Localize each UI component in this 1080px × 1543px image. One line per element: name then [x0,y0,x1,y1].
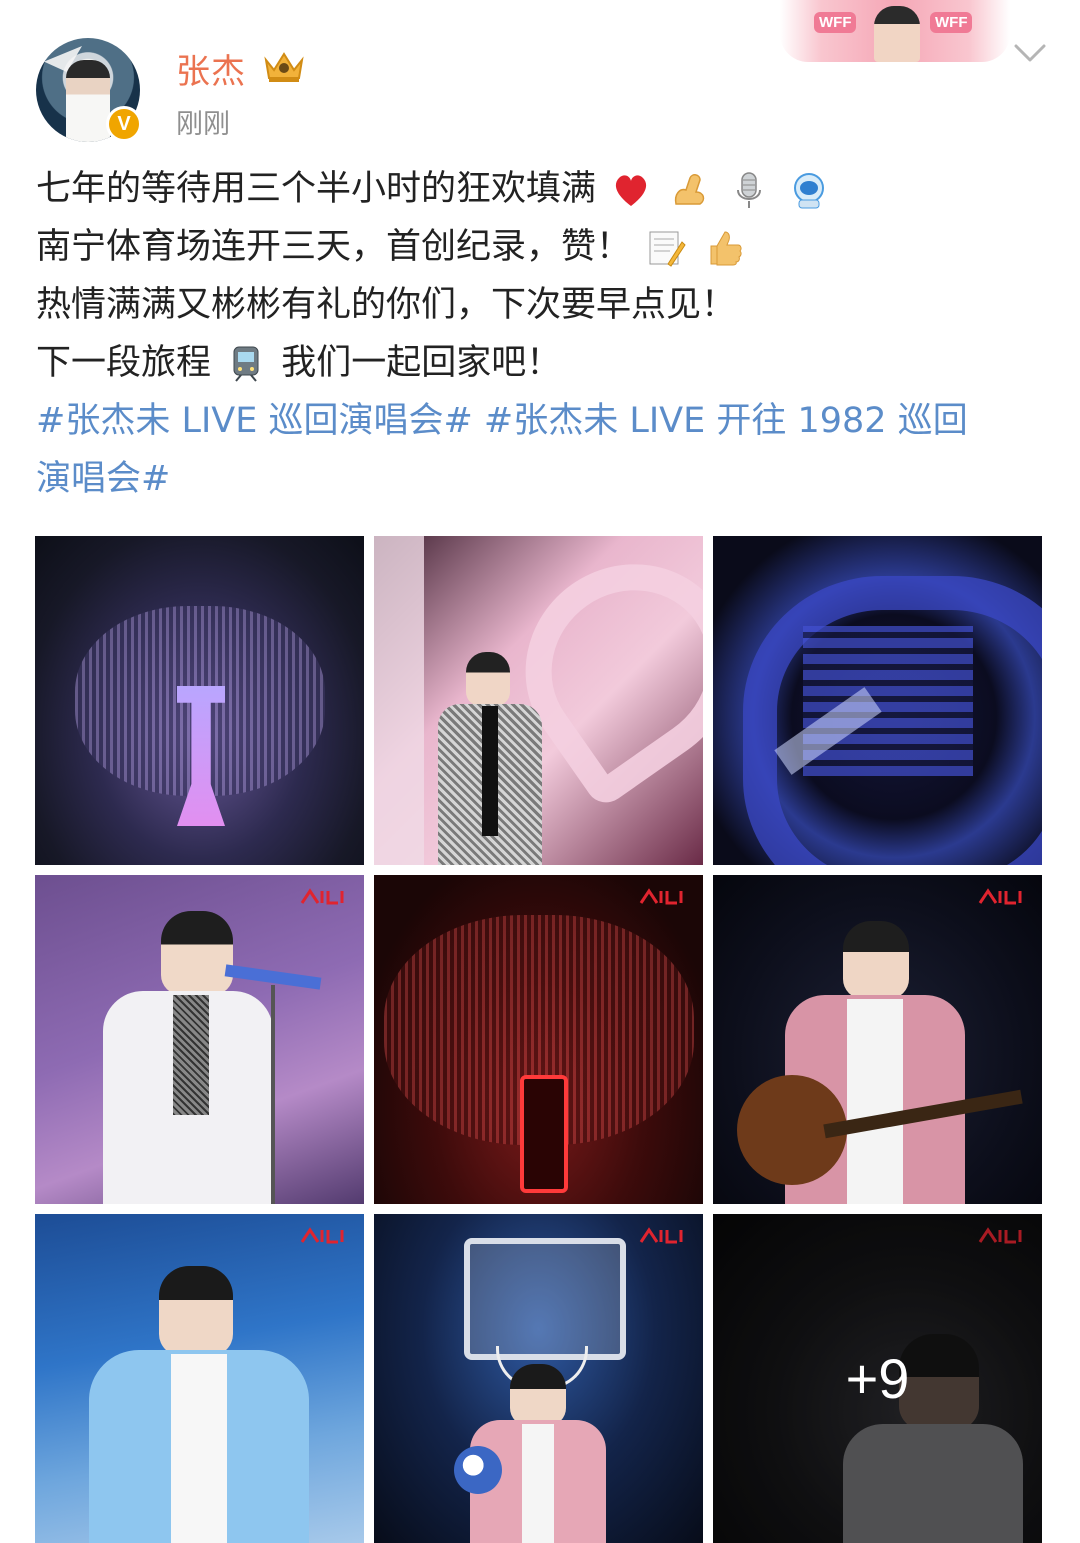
photo-tile-3[interactable] [713,536,1042,865]
avatar-person-image [66,60,110,142]
heart-emoji-icon [616,175,647,206]
fan-card-banner[interactable]: WFF WFF [780,0,1010,62]
photo-tile-9[interactable]: +9 [713,1214,1042,1543]
thumbs-up-emoji-icon [710,231,742,266]
post-line-2: 南宁体育场连开三天，首创纪录，赞！ [36,218,1046,276]
tour-logo-icon [300,1227,344,1244]
banner-tag: WFF [814,12,857,33]
tour-logo-icon [300,888,344,905]
photo-tile-4[interactable] [35,875,364,1204]
post-body: 七年的等待用三个半小时的狂欢填满 南宁体育场连开三天，首创纪录，赞！ 热情满满又… [36,160,1046,392]
post-line-1: 七年的等待用三个半小时的狂欢填满 [36,160,1046,218]
astronaut-emoji-icon [793,173,824,209]
photo-tile-7[interactable] [35,1214,364,1543]
post-line-5-text: 我们一起回家吧！ [281,343,562,383]
username[interactable]: 张杰 [176,44,246,93]
hashtags: #张杰未 LIVE 巡回演唱会# #张杰未 LIVE 开往 1982 巡回 演唱… [36,392,1046,508]
photo-tile-8[interactable] [374,1214,703,1543]
more-photos-count[interactable]: +9 [713,1214,1042,1543]
tour-logo-icon [639,1227,683,1244]
hashtag-link-line-1[interactable]: #张杰未 LIVE 巡回演唱会# #张杰未 LIVE 开往 1982 巡回 [36,392,1046,450]
photo-tile-6[interactable] [713,875,1042,1204]
verified-badge-icon: V [106,106,142,142]
memo-emoji-icon [649,231,686,267]
tour-logo-icon [978,888,1022,905]
post-line-4: 下一段旅程 我们一起回家吧！ [36,334,1046,392]
banner-portrait-image [874,6,920,62]
photo-tile-5[interactable] [374,875,703,1204]
train-emoji-icon [233,346,259,382]
post-timestamp: 刚刚 [176,109,230,140]
microphone-emoji-icon [737,172,762,208]
photo-tile-2[interactable] [374,536,703,865]
post-line-1-text: 七年的等待用三个半小时的狂欢填满 [36,169,597,209]
chevron-down-icon[interactable] [1012,38,1048,66]
muscle-emoji-icon [675,174,705,205]
tour-logo-icon [639,888,683,905]
post-line-4-text: 下一段旅程 [36,343,212,383]
banner-tag-right: WFF [930,12,973,33]
crown-icon [264,52,304,82]
post-line-3: 热情满满又彬彬有礼的你们，下次要早点见！ [36,285,737,325]
photo-tile-1[interactable] [35,536,364,865]
hashtag-link-line-2[interactable]: 演唱会# [36,450,1046,508]
post-line-2-text: 南宁体育场连开三天，首创纪录，赞！ [36,227,632,267]
